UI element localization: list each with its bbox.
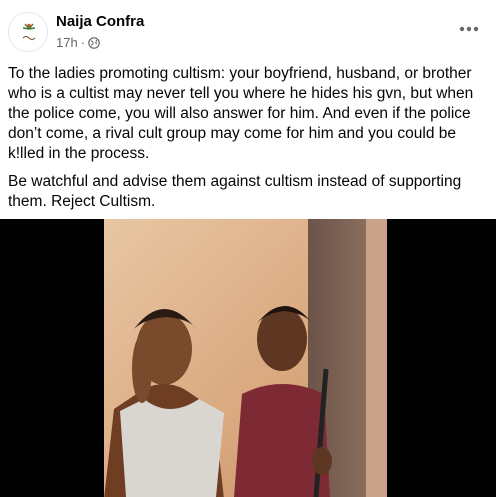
video-still-image bbox=[104, 219, 387, 497]
post-time[interactable]: 17h bbox=[56, 35, 78, 50]
post-paragraph: To the ladies promoting cultism: your bo… bbox=[8, 65, 474, 162]
page-avatar[interactable] bbox=[8, 12, 48, 52]
post-paragraph: Be watchful and advise them against cult… bbox=[8, 173, 462, 210]
post-video[interactable] bbox=[0, 219, 496, 497]
post-meta: 17h · bbox=[56, 35, 100, 50]
video-frame[interactable] bbox=[104, 219, 387, 497]
post-body: To the ladies promoting cultism: your bo… bbox=[8, 64, 484, 220]
globe-icon[interactable] bbox=[88, 36, 100, 49]
meta-separator: · bbox=[80, 35, 86, 50]
naija-confra-logo bbox=[9, 13, 47, 51]
post-header: Naija Confra 17h · bbox=[0, 0, 496, 60]
facebook-post: Naija Confra 17h · To the ladies promoti… bbox=[0, 0, 496, 497]
author-name[interactable]: Naija Confra bbox=[56, 13, 144, 30]
more-options-icon[interactable] bbox=[458, 18, 480, 40]
